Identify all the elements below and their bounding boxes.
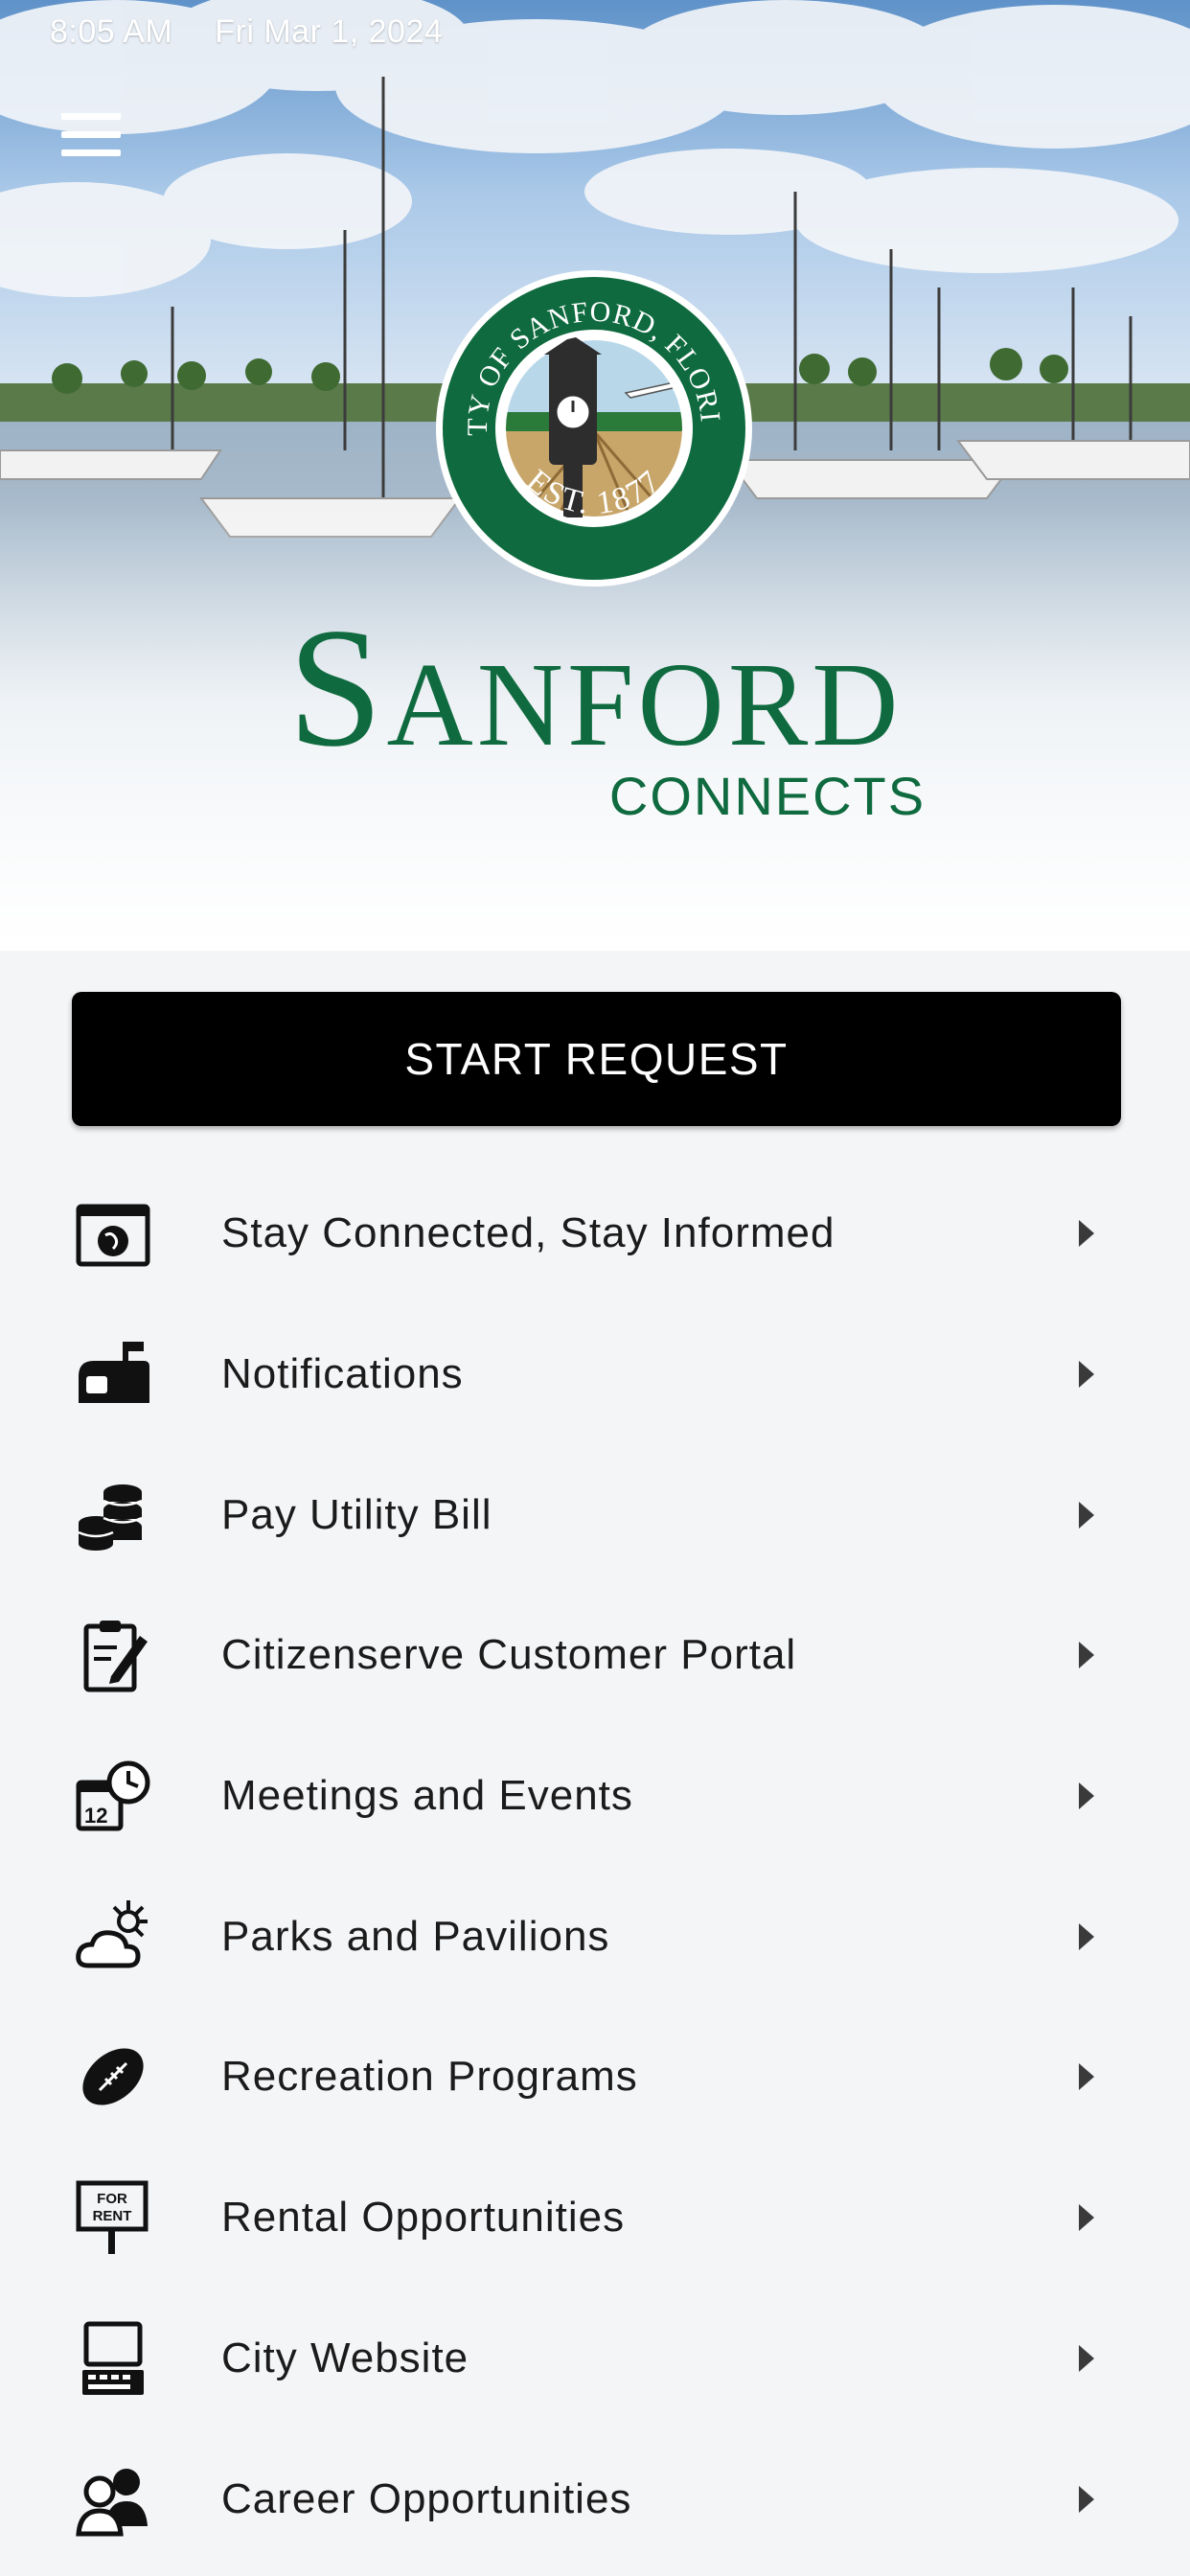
computer-icon bbox=[73, 2318, 153, 2399]
calendar-clock-icon: 12 bbox=[73, 1756, 153, 1836]
list-item-label: Rental Opportunities bbox=[221, 2194, 626, 2242]
status-date: Fri Mar 1, 2024 bbox=[215, 13, 444, 50]
chevron-right-icon bbox=[1079, 1361, 1094, 1389]
chevron-right-icon bbox=[1079, 1220, 1094, 1248]
people-icon bbox=[73, 2459, 153, 2540]
chevron-right-icon bbox=[1079, 2063, 1094, 2091]
list-item-pay-utility-bill[interactable]: Pay Utility Bill bbox=[0, 1444, 1190, 1585]
list-item-recreation-programs[interactable]: Recreation Programs bbox=[0, 2007, 1190, 2148]
chevron-right-icon bbox=[1079, 2344, 1094, 2372]
chevron-right-icon bbox=[1079, 1922, 1094, 1950]
status-bar: 8:05 AM Fri Mar 1, 2024 bbox=[50, 13, 443, 51]
clipboard-pen-icon bbox=[73, 1615, 153, 1695]
chevron-right-icon bbox=[1079, 2204, 1094, 2232]
chevron-right-icon bbox=[1079, 1642, 1094, 1669]
city-seal-logo: CITY OF SANFORD, FLORIDA EST. 1877 bbox=[434, 268, 752, 586]
list-item-label: Recreation Programs bbox=[221, 2053, 638, 2101]
list-item-citizenserve-portal[interactable]: Citizenserve Customer Portal bbox=[0, 1585, 1190, 1726]
svg-text:FOR: FOR bbox=[97, 2191, 127, 2207]
chevron-right-icon bbox=[1079, 1782, 1094, 1810]
list-item-label: City Website bbox=[221, 2334, 469, 2381]
menu-list: Stay Connected, Stay Informed Notificati… bbox=[0, 1163, 1190, 2569]
hamburger-menu-icon[interactable] bbox=[52, 113, 128, 174]
list-item-rental-opportunities[interactable]: FOR RENT Rental Opportunities bbox=[0, 2148, 1190, 2288]
list-item-parks-pavilions[interactable]: Parks and Pavilions bbox=[0, 1866, 1190, 2007]
chevron-right-icon bbox=[1079, 2485, 1094, 2513]
sun-cloud-icon bbox=[73, 1897, 153, 1977]
coins-icon bbox=[73, 1475, 153, 1555]
svg-text:12: 12 bbox=[84, 1804, 107, 1828]
list-item-label: Citizenserve Customer Portal bbox=[221, 1631, 797, 1679]
list-item-stay-connected[interactable]: Stay Connected, Stay Informed bbox=[0, 1163, 1190, 1304]
list-item-meetings-events[interactable]: 12 Meetings and Events bbox=[0, 1726, 1190, 1867]
start-request-button[interactable]: START REQUEST bbox=[72, 992, 1121, 1126]
list-item-label: Stay Connected, Stay Informed bbox=[221, 1209, 835, 1257]
list-item-label: Meetings and Events bbox=[221, 1772, 633, 1820]
list-item-label: Parks and Pavilions bbox=[221, 1912, 610, 1960]
list-item-city-website[interactable]: City Website bbox=[0, 2288, 1190, 2429]
list-item-career-opportunities[interactable]: Career Opportunities bbox=[0, 2428, 1190, 2569]
for-rent-sign-icon: FOR RENT bbox=[73, 2177, 153, 2258]
chevron-right-icon bbox=[1079, 1501, 1094, 1529]
svg-text:RENT: RENT bbox=[93, 2208, 132, 2224]
list-item-label: Pay Utility Bill bbox=[221, 1490, 492, 1538]
football-icon bbox=[73, 2036, 153, 2117]
status-time: 8:05 AM bbox=[50, 13, 173, 50]
brand-subtitle: CONNECTS bbox=[608, 766, 927, 826]
brand-name: Sanford bbox=[287, 592, 903, 782]
list-item-label: Career Opportunities bbox=[221, 2474, 632, 2522]
list-item-label: Notifications bbox=[221, 1350, 464, 1398]
globe-browser-icon bbox=[73, 1193, 153, 1274]
list-item-notifications[interactable]: Notifications bbox=[0, 1304, 1190, 1445]
hero-banner: 8:05 AM Fri Mar 1, 2024 TY OF SANFORD, F… bbox=[0, 0, 1190, 951]
mailbox-icon bbox=[73, 1334, 153, 1414]
